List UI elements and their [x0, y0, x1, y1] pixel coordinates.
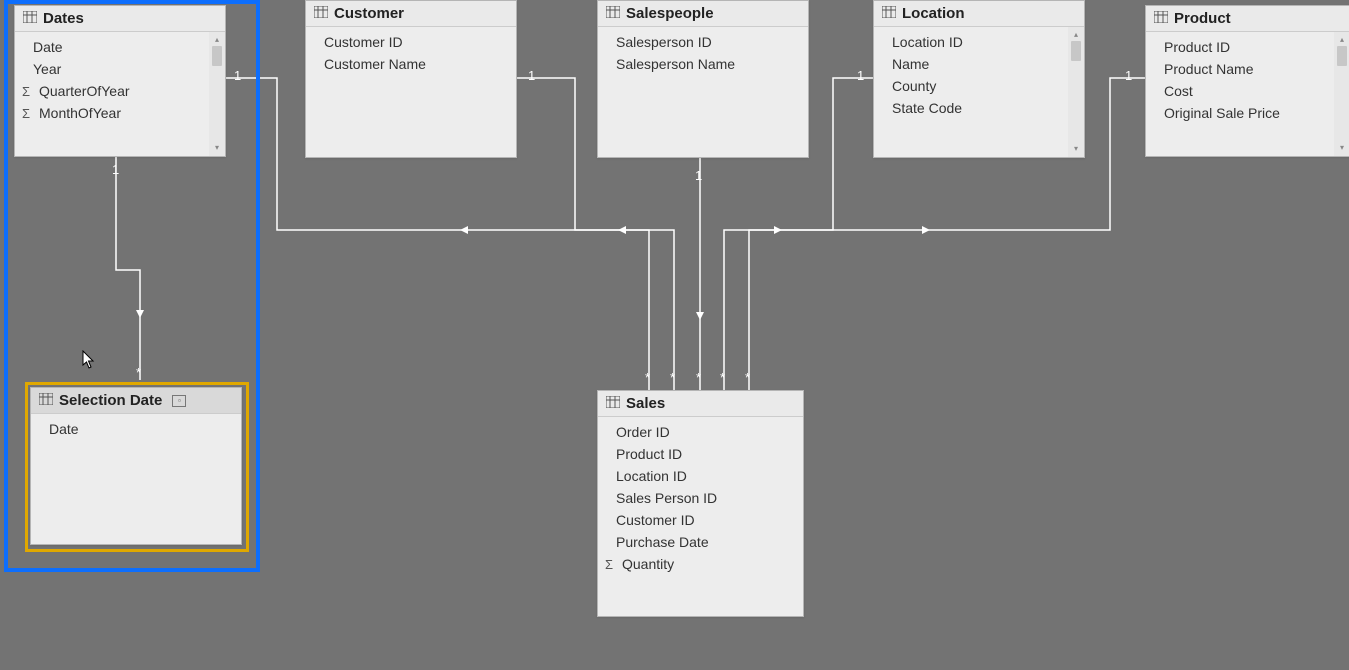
field-item[interactable]: Sales Person ID	[598, 487, 803, 509]
table-icon	[882, 5, 896, 22]
table-selection-date[interactable]: Selection Date ▫ Date	[30, 387, 242, 545]
scrollbar[interactable]: ▴ ▾	[1334, 32, 1349, 156]
field-item[interactable]: Customer ID	[598, 509, 803, 531]
scroll-up-icon[interactable]: ▴	[1072, 29, 1080, 41]
cardinality-label: *	[745, 370, 750, 385]
cursor-icon	[82, 350, 96, 370]
table-salespeople[interactable]: Salespeople Salesperson ID Salesperson N…	[597, 0, 809, 158]
table-header[interactable]: Product	[1146, 6, 1349, 32]
table-header[interactable]: Location	[874, 1, 1084, 27]
field-item[interactable]: Purchase Date	[598, 531, 803, 553]
table-title: Salespeople	[626, 5, 714, 22]
cardinality-label: *	[670, 370, 675, 385]
field-list: Location ID Name County State Code	[874, 27, 1068, 157]
field-list: Order ID Product ID Location ID Sales Pe…	[598, 417, 803, 616]
table-title: Customer	[334, 5, 404, 22]
field-item[interactable]: Product ID	[598, 443, 803, 465]
table-title: Dates	[43, 10, 84, 27]
field-item[interactable]: Salesperson Name	[598, 53, 808, 75]
scroll-up-icon[interactable]: ▴	[213, 34, 221, 46]
table-header[interactable]: Dates	[15, 6, 225, 32]
field-item[interactable]: ΣMonthOfYear	[15, 102, 209, 124]
field-item[interactable]: Date	[15, 36, 209, 58]
scroll-thumb[interactable]	[212, 46, 222, 66]
field-item[interactable]: Date	[31, 418, 241, 440]
table-icon	[39, 392, 53, 409]
table-location[interactable]: Location Location ID Name County State C…	[873, 0, 1085, 158]
cardinality-label: 1	[695, 168, 702, 183]
sigma-icon: Σ	[19, 106, 33, 121]
table-icon	[314, 5, 328, 22]
cardinality-label: 1	[234, 68, 241, 83]
table-icon	[606, 5, 620, 22]
table-icon	[606, 395, 620, 412]
table-header[interactable]: Selection Date ▫	[31, 388, 241, 414]
field-item[interactable]: Location ID	[874, 31, 1068, 53]
date-table-badge-icon: ▫	[172, 395, 186, 407]
field-item[interactable]: County	[874, 75, 1068, 97]
table-icon	[23, 10, 37, 27]
field-list: Date Year ΣQuarterOfYear ΣMonthOfYear	[15, 32, 209, 156]
cardinality-label: 1	[857, 68, 864, 83]
scrollbar[interactable]: ▴ ▾	[209, 32, 225, 156]
field-item[interactable]: Salesperson ID	[598, 31, 808, 53]
model-canvas[interactable]: 1 * 1 1 1 1 1 * * * * * Dates Date Year …	[0, 0, 1349, 670]
scroll-thumb[interactable]	[1337, 46, 1347, 66]
table-title: Product	[1174, 10, 1231, 27]
cardinality-label: *	[720, 370, 725, 385]
table-customer[interactable]: Customer Customer ID Customer Name	[305, 0, 517, 158]
table-icon	[1154, 10, 1168, 27]
cardinality-label: *	[696, 370, 701, 385]
table-title: Selection Date	[59, 392, 162, 409]
field-item[interactable]: Original Sale Price	[1146, 102, 1334, 124]
field-item[interactable]: ΣQuantity	[598, 553, 803, 575]
field-item[interactable]: Cost	[1146, 80, 1334, 102]
field-item[interactable]: State Code	[874, 97, 1068, 119]
field-list: Customer ID Customer Name	[306, 27, 516, 157]
field-item[interactable]: Order ID	[598, 421, 803, 443]
scroll-down-icon[interactable]: ▾	[1072, 143, 1080, 155]
scroll-down-icon[interactable]: ▾	[1338, 142, 1346, 154]
table-product[interactable]: Product Product ID Product Name Cost Ori…	[1145, 5, 1349, 157]
field-item[interactable]: Location ID	[598, 465, 803, 487]
scroll-thumb[interactable]	[1071, 41, 1081, 61]
cardinality-label: 1	[528, 68, 535, 83]
cardinality-label: 1	[1125, 68, 1132, 83]
scroll-down-icon[interactable]: ▾	[213, 142, 221, 154]
field-item[interactable]: Name	[874, 53, 1068, 75]
table-header[interactable]: Salespeople	[598, 1, 808, 27]
sigma-icon: Σ	[19, 84, 33, 99]
field-list: Product ID Product Name Cost Original Sa…	[1146, 32, 1334, 156]
field-item[interactable]: Product ID	[1146, 36, 1334, 58]
scrollbar[interactable]: ▴ ▾	[1068, 27, 1084, 157]
field-item[interactable]: Year	[15, 58, 209, 80]
cardinality-label: 1	[112, 162, 119, 177]
table-title: Sales	[626, 395, 665, 412]
field-item[interactable]: ΣQuarterOfYear	[15, 80, 209, 102]
field-item[interactable]: Customer ID	[306, 31, 516, 53]
cardinality-label: *	[645, 370, 650, 385]
field-list: Salesperson ID Salesperson Name	[598, 27, 808, 157]
table-header[interactable]: Sales	[598, 391, 803, 417]
field-item[interactable]: Product Name	[1146, 58, 1334, 80]
scroll-up-icon[interactable]: ▴	[1338, 34, 1346, 46]
table-title: Location	[902, 5, 965, 22]
field-list: Date	[31, 414, 241, 544]
table-dates[interactable]: Dates Date Year ΣQuarterOfYear ΣMonthOfY…	[14, 5, 226, 157]
field-item[interactable]: Customer Name	[306, 53, 516, 75]
table-sales[interactable]: Sales Order ID Product ID Location ID Sa…	[597, 390, 804, 617]
cardinality-label: *	[136, 365, 141, 380]
sigma-icon: Σ	[602, 557, 616, 572]
table-header[interactable]: Customer	[306, 1, 516, 27]
